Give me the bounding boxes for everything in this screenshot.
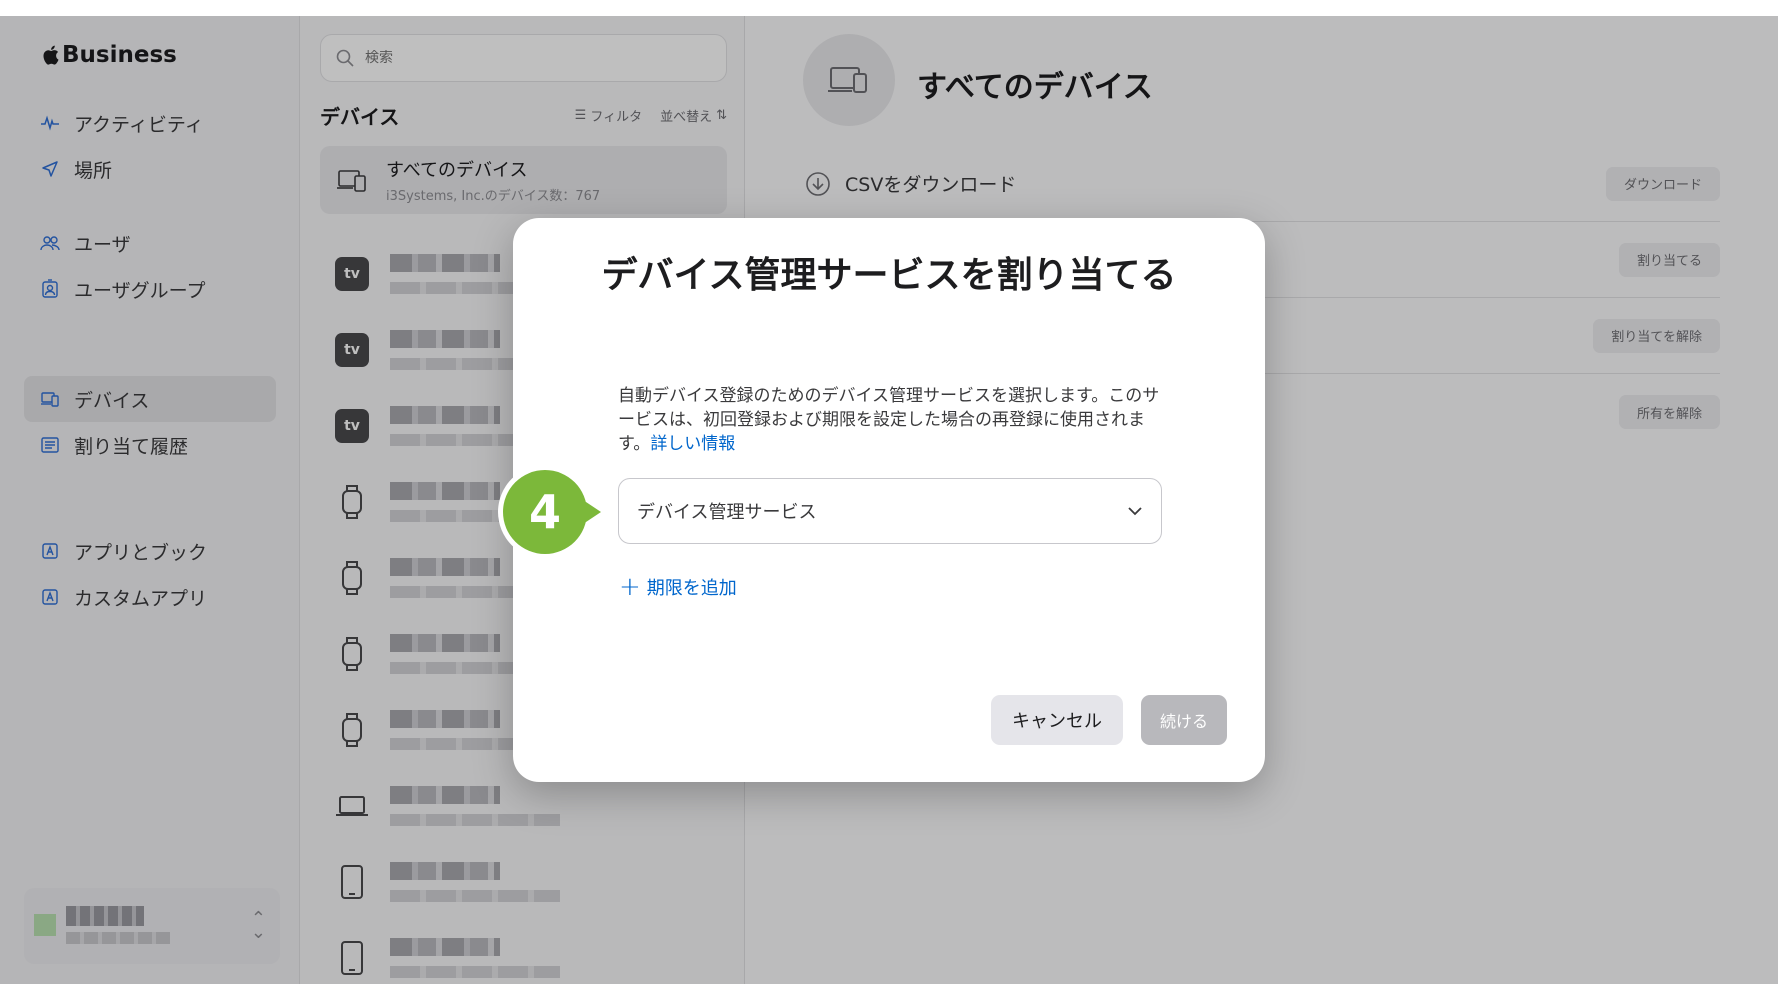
learn-more-link[interactable]: 詳しい情報	[650, 434, 735, 454]
add-limit-button[interactable]: + 期限を追加	[619, 574, 737, 600]
mdm-service-select[interactable]: デバイス管理サービス	[618, 478, 1162, 544]
assign-mdm-dialog: デバイス管理サービスを割り当てる 自動デバイス登録のためのデバイス管理サービスを…	[513, 218, 1265, 782]
step-callout: 4	[498, 465, 601, 559]
dialog-title: デバイス管理サービスを割り当てる	[601, 255, 1177, 296]
dialog-description: 自動デバイス登録のためのデバイス管理サービスを選択します。このサービスは、初回登…	[618, 384, 1163, 456]
plus-icon: +	[619, 572, 641, 602]
add-limit-label: 期限を追加	[646, 578, 737, 599]
continue-button[interactable]: 続ける	[1141, 695, 1227, 745]
chevron-down-icon	[1128, 507, 1142, 516]
cancel-button[interactable]: キャンセル	[991, 695, 1123, 745]
step-number: 4	[529, 485, 561, 539]
select-value: デバイス管理サービス	[637, 502, 817, 523]
